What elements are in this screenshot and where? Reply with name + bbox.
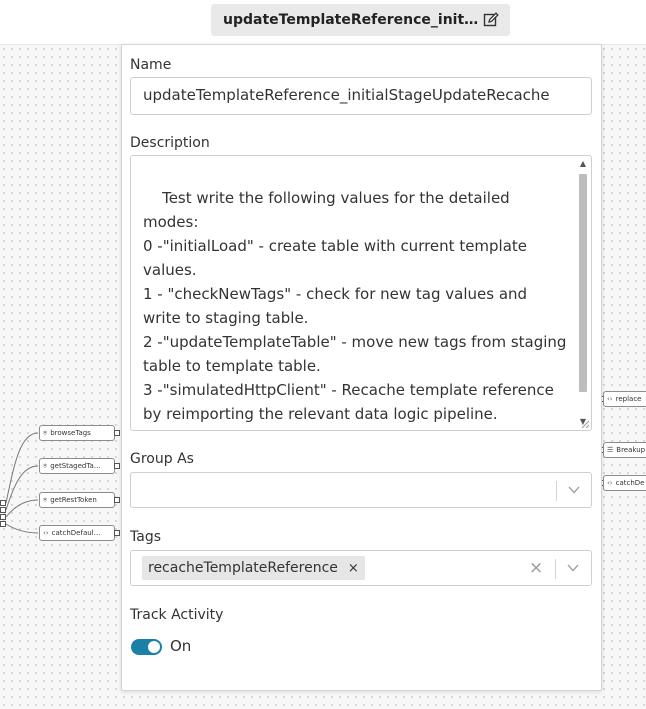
script-node-icon: ‹› bbox=[607, 395, 613, 403]
flow-node-get-rest-token[interactable]: ⍟ getRestToken bbox=[39, 492, 115, 508]
select-divider bbox=[555, 559, 556, 579]
name-label: Name bbox=[130, 57, 172, 73]
flow-node-breakup[interactable]: ☰ Breakup bbox=[603, 442, 646, 458]
node-label: getStagedTa… bbox=[50, 462, 101, 470]
flow-title: updateTemplateReference_initialStageUpda… bbox=[223, 12, 479, 28]
node-port[interactable] bbox=[114, 463, 120, 469]
tags-select[interactable]: recacheTemplateReference × × bbox=[130, 550, 592, 586]
toggle-knob bbox=[148, 641, 160, 653]
node-port[interactable] bbox=[0, 500, 6, 506]
flow-node-replace[interactable]: ‹› replace bbox=[603, 391, 646, 407]
node-label: catchDefaul… bbox=[51, 529, 101, 537]
resize-handle-icon[interactable] bbox=[581, 420, 589, 428]
node-port[interactable] bbox=[114, 497, 120, 503]
flow-node-catch-default[interactable]: ‹› catchDefaul… bbox=[39, 525, 115, 541]
description-scrollbar[interactable]: ▲ ▼ bbox=[577, 158, 589, 428]
chevron-down-icon[interactable] bbox=[567, 484, 581, 496]
edit-icon[interactable] bbox=[483, 12, 499, 28]
flow-node-get-staged-tags[interactable]: ⍟ getStagedTa… bbox=[39, 458, 115, 474]
track-activity-toggle[interactable] bbox=[131, 639, 162, 655]
script-node-icon: ‹› bbox=[43, 529, 49, 537]
top-bar: updateTemplateReference_initialStageUpda… bbox=[0, 0, 646, 45]
track-activity-state: On bbox=[170, 637, 192, 655]
flow-node-browse-tags[interactable]: ⍟ browseTags bbox=[39, 425, 115, 441]
tag-node-icon: ⍟ bbox=[43, 428, 48, 437]
flow-title-chip[interactable]: updateTemplateReference_initialStageUpda… bbox=[211, 4, 510, 36]
group-as-select[interactable] bbox=[130, 472, 592, 508]
remove-tag-icon[interactable]: × bbox=[348, 561, 359, 576]
node-port[interactable] bbox=[0, 514, 6, 520]
node-port[interactable] bbox=[0, 507, 6, 513]
scroll-up-arrow-icon[interactable]: ▲ bbox=[577, 158, 589, 170]
tag-chip-label: recacheTemplateReference bbox=[148, 560, 338, 576]
chevron-down-icon[interactable] bbox=[566, 562, 580, 574]
node-label: browseTags bbox=[50, 429, 91, 437]
tags-label: Tags bbox=[130, 529, 161, 545]
node-port[interactable] bbox=[0, 521, 6, 527]
list-node-icon: ☰ bbox=[607, 446, 614, 454]
node-port[interactable] bbox=[114, 530, 120, 536]
script-node-icon: ‹› bbox=[607, 479, 613, 487]
group-as-label: Group As bbox=[130, 451, 194, 467]
scrollbar-thumb[interactable] bbox=[579, 174, 587, 392]
tag-node-icon: ⍟ bbox=[43, 461, 48, 470]
select-divider bbox=[556, 481, 557, 501]
properties-panel: Name updateTemplateReference_initialStag… bbox=[121, 44, 602, 691]
description-textarea[interactable]: Test write the following values for the … bbox=[130, 155, 592, 431]
node-label: getRestToken bbox=[50, 496, 97, 504]
description-label: Description bbox=[130, 135, 210, 151]
track-activity-label: Track Activity bbox=[130, 607, 224, 623]
name-input[interactable]: updateTemplateReference_initialStageUpda… bbox=[130, 77, 592, 115]
flow-node-catch-de[interactable]: ‹› catchDe bbox=[603, 475, 646, 491]
tag-node-icon: ⍟ bbox=[43, 495, 48, 504]
clear-tags-icon[interactable]: × bbox=[529, 560, 543, 577]
node-label: replace bbox=[615, 395, 642, 403]
node-label: catchDe bbox=[615, 479, 645, 487]
node-label: Breakup bbox=[616, 446, 646, 454]
description-text: Test write the following values for the … bbox=[143, 189, 567, 423]
tag-chip: recacheTemplateReference × bbox=[142, 556, 365, 580]
node-port[interactable] bbox=[114, 430, 120, 436]
